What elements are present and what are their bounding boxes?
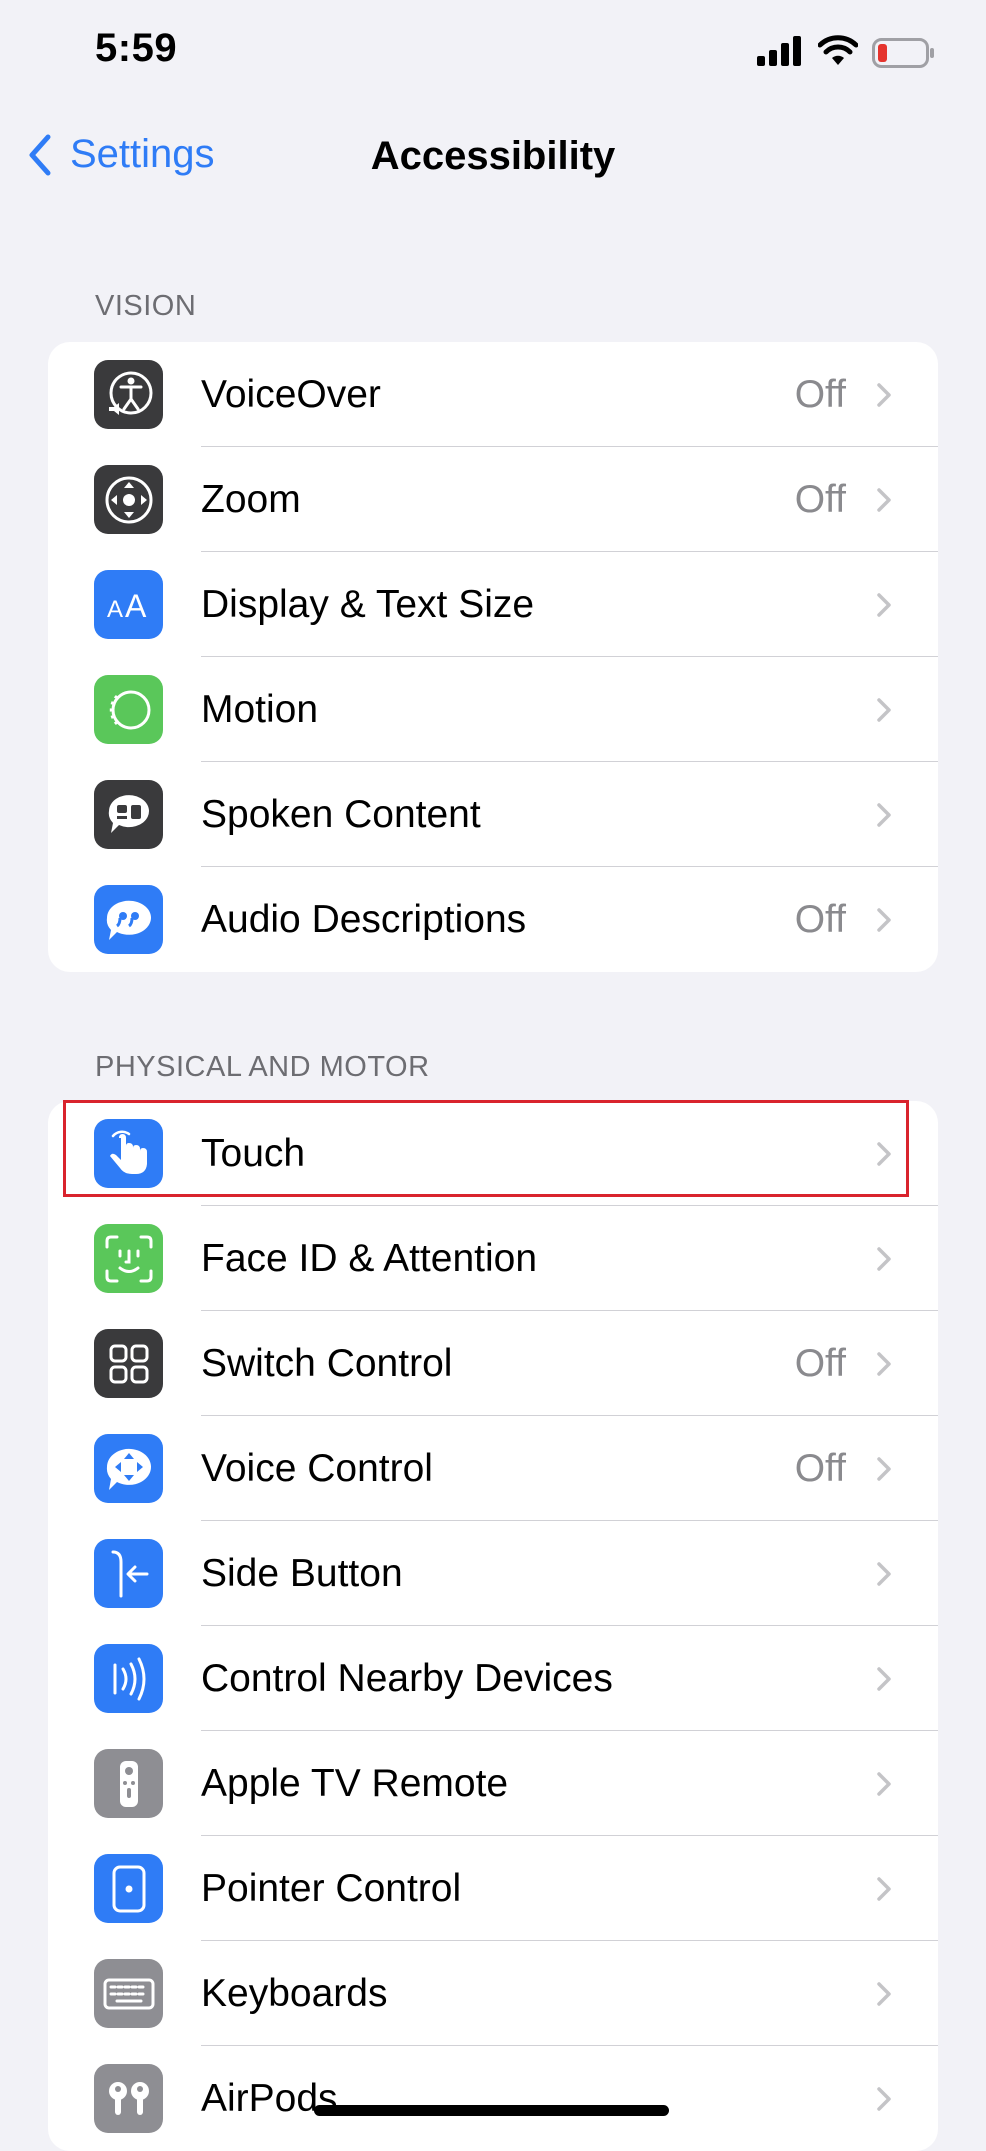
chevron-right-icon: [877, 2087, 891, 2111]
row-label: Side Button: [201, 1552, 403, 1595]
settings-group-vision: VoiceOver Off Zoom Off A A Display & Tex…: [48, 342, 938, 972]
airpods-icon: [94, 2064, 163, 2133]
row-label: Face ID & Attention: [201, 1237, 538, 1280]
spoken-content-icon: [94, 780, 163, 849]
chevron-right-icon: [877, 803, 891, 827]
voice-control-icon: [94, 1434, 163, 1503]
pointer-control-icon: [94, 1854, 163, 1923]
zoom-icon: [94, 465, 163, 534]
chevron-right-icon: [877, 383, 891, 407]
row-label: Spoken Content: [201, 793, 481, 836]
row-label: Control Nearby Devices: [201, 1657, 613, 1700]
row-side-button[interactable]: Side Button: [48, 1521, 938, 1626]
row-label: VoiceOver: [201, 373, 381, 416]
chevron-right-icon: [877, 1247, 891, 1271]
row-switch-control[interactable]: Switch Control Off: [48, 1311, 938, 1416]
row-voiceover[interactable]: VoiceOver Off: [48, 342, 938, 447]
row-pointer-control[interactable]: Pointer Control: [48, 1836, 938, 1941]
row-control-nearby-devices[interactable]: Control Nearby Devices: [48, 1626, 938, 1731]
cellular-signal-icon: [757, 36, 801, 66]
row-label: Apple TV Remote: [201, 1762, 509, 1805]
row-voice-control[interactable]: Voice Control Off: [48, 1416, 938, 1521]
face-id-icon: [94, 1224, 163, 1293]
svg-text:A: A: [125, 588, 147, 624]
row-spoken-content[interactable]: Spoken Content: [48, 762, 938, 867]
section-header-vision: VISION: [95, 290, 197, 322]
chevron-right-icon: [877, 1877, 891, 1901]
keyboards-icon: [94, 1959, 163, 2028]
row-label: Pointer Control: [201, 1867, 462, 1910]
row-motion[interactable]: Motion: [48, 657, 938, 762]
home-indicator[interactable]: [314, 2105, 669, 2116]
row-value: Off: [794, 373, 846, 416]
settings-group-physical-and-motor: Touch Face ID & Attention Switch Control…: [48, 1101, 938, 2151]
chevron-right-icon: [877, 1142, 891, 1166]
battery-icon: [872, 38, 934, 68]
chevron-right-icon: [877, 1772, 891, 1796]
chevron-right-icon: [877, 1667, 891, 1691]
row-value: Off: [794, 478, 846, 521]
row-face-id-attention[interactable]: Face ID & Attention: [48, 1206, 938, 1311]
control-nearby-devices-icon: [94, 1644, 163, 1713]
motion-icon: [94, 675, 163, 744]
chevron-right-icon: [877, 593, 891, 617]
row-label: Switch Control: [201, 1342, 453, 1385]
row-label: Keyboards: [201, 1972, 388, 2015]
status-bar: 5:59: [0, 0, 986, 110]
svg-text:A: A: [107, 596, 123, 623]
audio-descriptions-icon: [94, 885, 163, 954]
voiceover-icon: [94, 360, 163, 429]
chevron-right-icon: [877, 1562, 891, 1586]
row-label: Touch: [201, 1132, 306, 1175]
row-label: Display & Text Size: [201, 583, 535, 626]
chevron-right-icon: [877, 908, 891, 932]
row-label: Motion: [201, 688, 319, 731]
chevron-right-icon: [877, 488, 891, 512]
row-zoom[interactable]: Zoom Off: [48, 447, 938, 552]
page-title: Accessibility: [370, 134, 616, 178]
chevron-right-icon: [877, 1457, 891, 1481]
switch-control-icon: [94, 1329, 163, 1398]
row-label: Voice Control: [201, 1447, 433, 1490]
row-apple-tv-remote[interactable]: Apple TV Remote: [48, 1731, 938, 1836]
row-keyboards[interactable]: Keyboards: [48, 1941, 938, 2046]
wifi-icon: [818, 35, 858, 65]
row-label: Audio Descriptions: [201, 898, 527, 941]
row-value: Off: [794, 1447, 846, 1490]
row-value: Off: [794, 898, 846, 941]
side-button-icon: [94, 1539, 163, 1608]
apple-tv-remote-icon: [94, 1749, 163, 1818]
row-value: Off: [794, 1342, 846, 1385]
chevron-right-icon: [877, 1352, 891, 1376]
chevron-right-icon: [877, 1982, 891, 2006]
display-text-size-icon: A A: [94, 570, 163, 639]
row-airpods[interactable]: AirPods: [48, 2046, 938, 2151]
row-display-text-size[interactable]: A A Display & Text Size: [48, 552, 938, 657]
section-header-physical-and-motor: PHYSICAL AND MOTOR: [95, 1051, 430, 1083]
row-audio-descriptions[interactable]: Audio Descriptions Off: [48, 867, 938, 972]
row-label: Zoom: [201, 478, 301, 521]
row-touch[interactable]: Touch: [48, 1101, 938, 1206]
row-label: AirPods: [201, 2077, 338, 2120]
navigation-bar: Settings Accessibility: [0, 120, 986, 200]
touch-icon: [94, 1119, 163, 1188]
chevron-right-icon: [877, 698, 891, 722]
status-time: 5:59: [95, 26, 178, 70]
